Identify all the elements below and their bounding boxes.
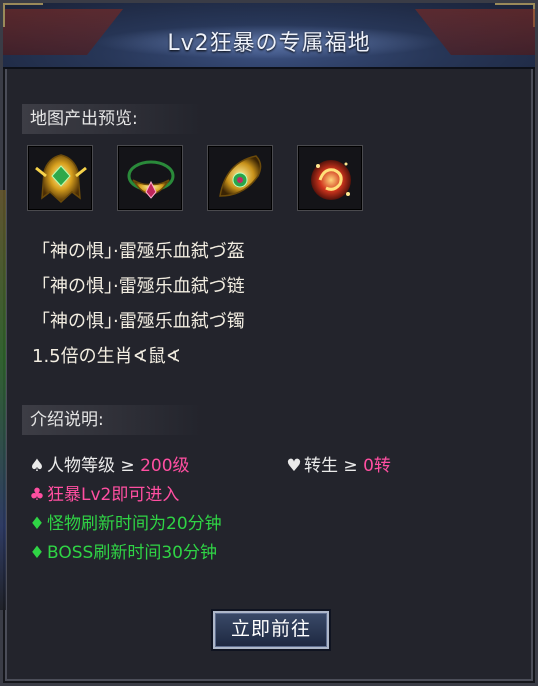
header-corner-left: [3, 3, 43, 27]
item-slot-bracelet[interactable]: [207, 145, 273, 211]
drop-bonus-text: 1.5倍の生肖∢鼠∢: [32, 346, 181, 367]
golden-necklace-icon: [127, 160, 175, 199]
intro-label: 介绍说明:: [22, 405, 202, 435]
level-requirement-label: 人物等级 ≥: [47, 456, 141, 476]
rebirth-requirement: ♥ 转生 ≥ 0转: [284, 451, 391, 476]
club-icon: ♣: [29, 485, 45, 505]
item-slot-helmet[interactable]: [27, 145, 93, 211]
diamond-icon: ♦: [29, 543, 45, 563]
dialog-header: Lv2狂暴の专属福地: [3, 3, 535, 69]
monster-refresh-info: ♦ 怪物刷新时间为20分钟: [27, 509, 222, 534]
boss-refresh-text: BOSS刷新时间30分钟: [47, 543, 217, 563]
entry-condition: ♣ 狂暴Lv2即可进入: [27, 480, 179, 505]
level-requirement: ♠ 人物等级 ≥ 200级: [27, 451, 190, 476]
spade-icon: ♠: [29, 456, 45, 476]
header-corner-right: [495, 3, 535, 27]
monster-refresh-text: 怪物刷新时间为20分钟: [47, 514, 222, 534]
drop-preview-label: 地图产出预览:: [22, 104, 202, 134]
drop-items: [27, 145, 367, 213]
red-zodiac-rat-icon: [311, 160, 351, 200]
golden-helmet-icon: [35, 154, 87, 204]
dialog-title: Lv2狂暴の专属福地: [167, 31, 371, 56]
item-slot-zodiac[interactable]: [297, 145, 363, 211]
golden-bracelet-icon: [219, 155, 262, 197]
go-now-button[interactable]: 立即前往: [213, 611, 329, 649]
heart-icon: ♥: [286, 456, 302, 476]
drop-item-name: 「神の惧」·雷殛乐血弑づ链: [32, 276, 245, 297]
entry-condition-text: 狂暴Lv2即可进入: [47, 485, 180, 505]
background-edge: [0, 190, 6, 610]
level-requirement-value: 200级: [140, 456, 190, 476]
boss-refresh-info: ♦ BOSS刷新时间30分钟: [27, 538, 217, 563]
diamond-icon: ♦: [29, 514, 45, 534]
drop-item-name: 「神の惧」·雷殛乐血弑づ镯: [32, 311, 245, 332]
rebirth-requirement-label: 转生 ≥: [304, 456, 364, 476]
rebirth-requirement-value: 0转: [363, 456, 391, 476]
item-slot-necklace[interactable]: [117, 145, 183, 211]
drop-item-name: 「神の惧」·雷殛乐血弑づ盔: [32, 241, 245, 262]
